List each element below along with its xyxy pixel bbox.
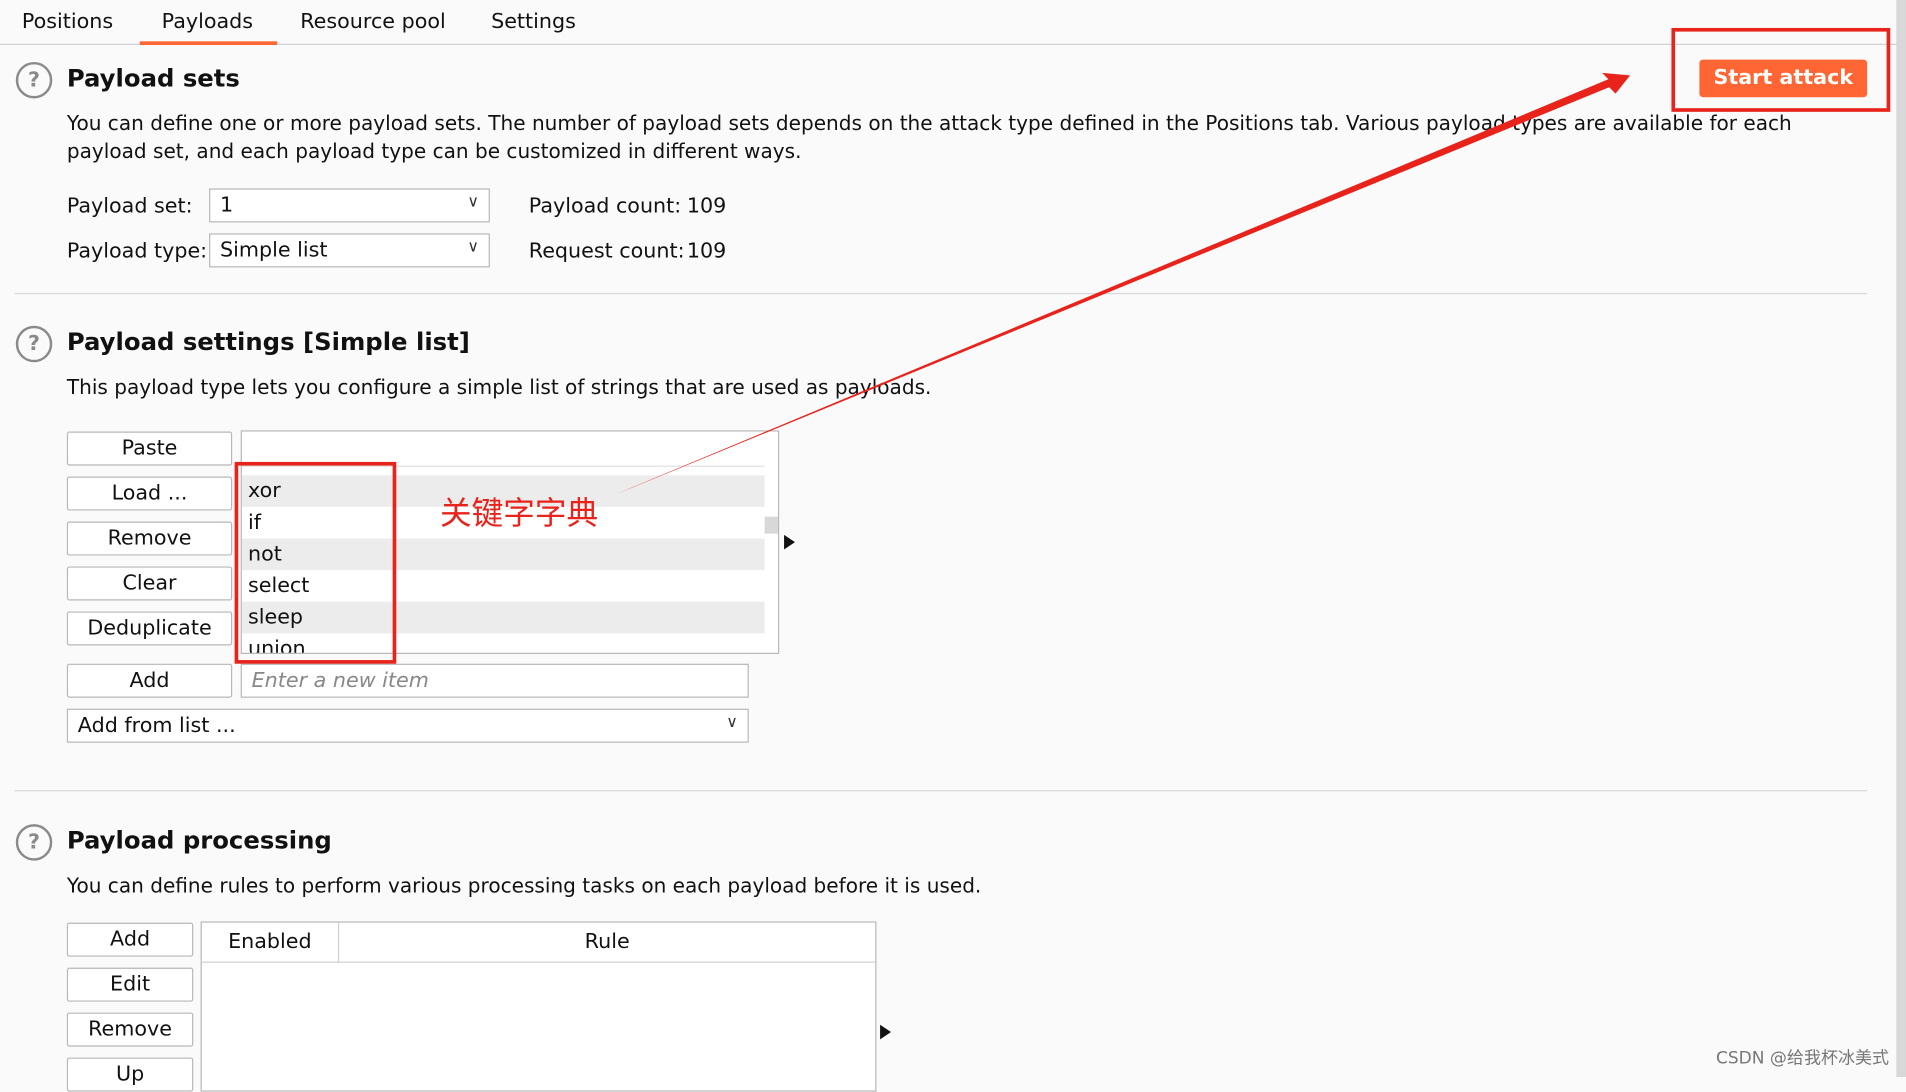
intruder-payloads-panel: Positions Payloads Resource pool Setting… [0,0,1906,1092]
annotation-arrow [617,72,1631,494]
arrow-shaft [617,77,1615,494]
watermark: CSDN @给我杯冰美式 [1715,1049,1890,1069]
vertical-scrollbar[interactable] [1896,0,1906,1078]
